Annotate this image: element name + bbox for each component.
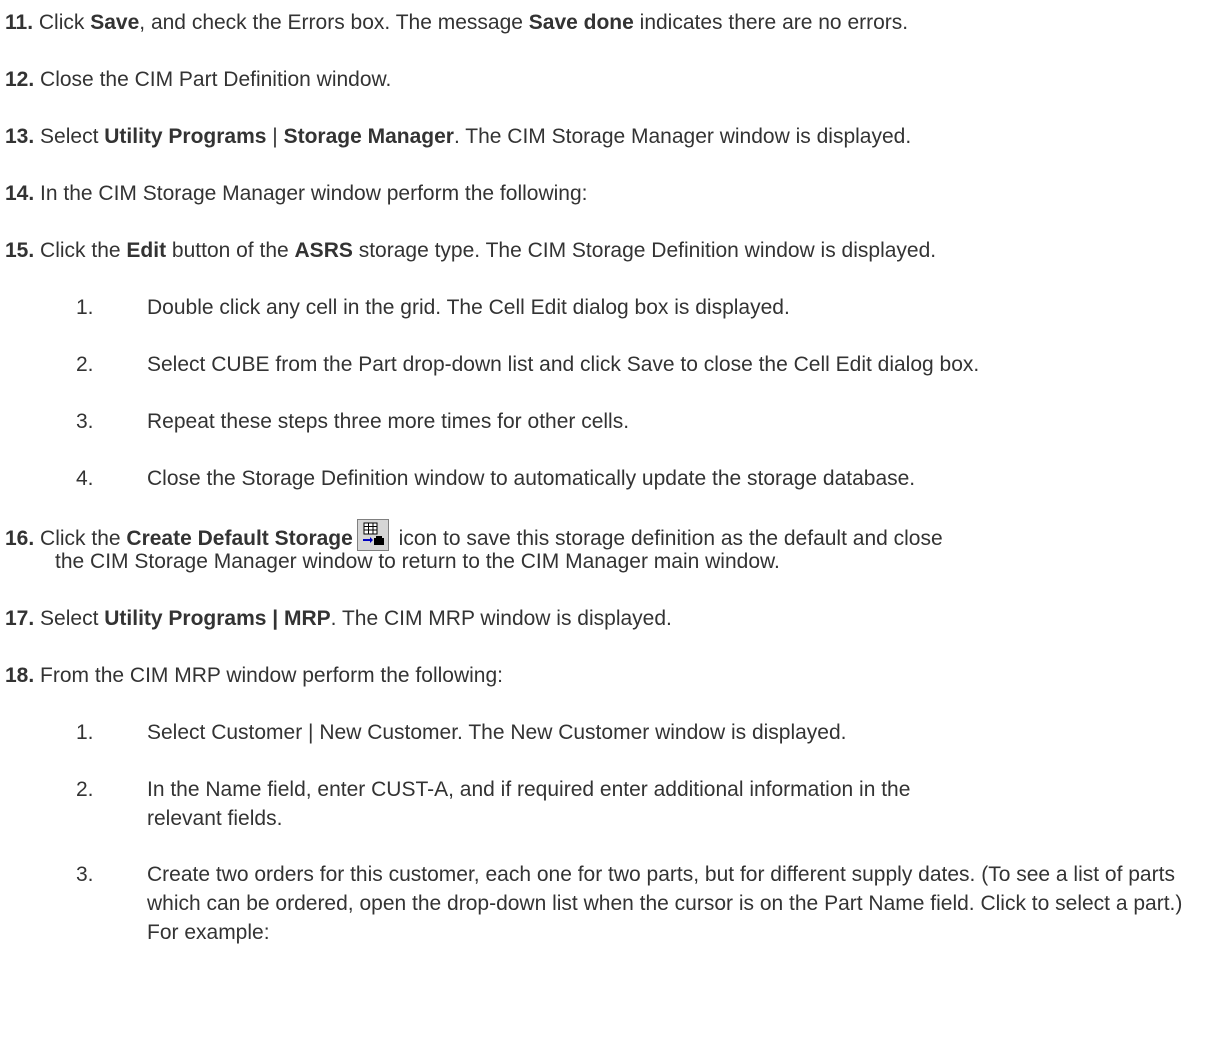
step-13: 13. Select Utility Programs | Storage Ma… [5,125,912,148]
step-16-line-2: the CIM Storage Manager window to return… [55,550,780,573]
step-17: 17. Select Utility Programs | MRP. The C… [5,607,672,630]
step-14: 14. In the CIM Storage Manager window pe… [5,182,588,205]
document-page: 11. Click Save, and check the Errors box… [0,0,1213,1049]
step-15: 15. Click the Edit button of the ASRS st… [5,239,937,262]
step-12: 12. Close the CIM Part Definition window… [5,68,392,91]
step-18: 18. From the CIM MRP window perform the … [5,664,503,687]
step-11: 11. Click Save, and check the Errors box… [5,11,909,34]
